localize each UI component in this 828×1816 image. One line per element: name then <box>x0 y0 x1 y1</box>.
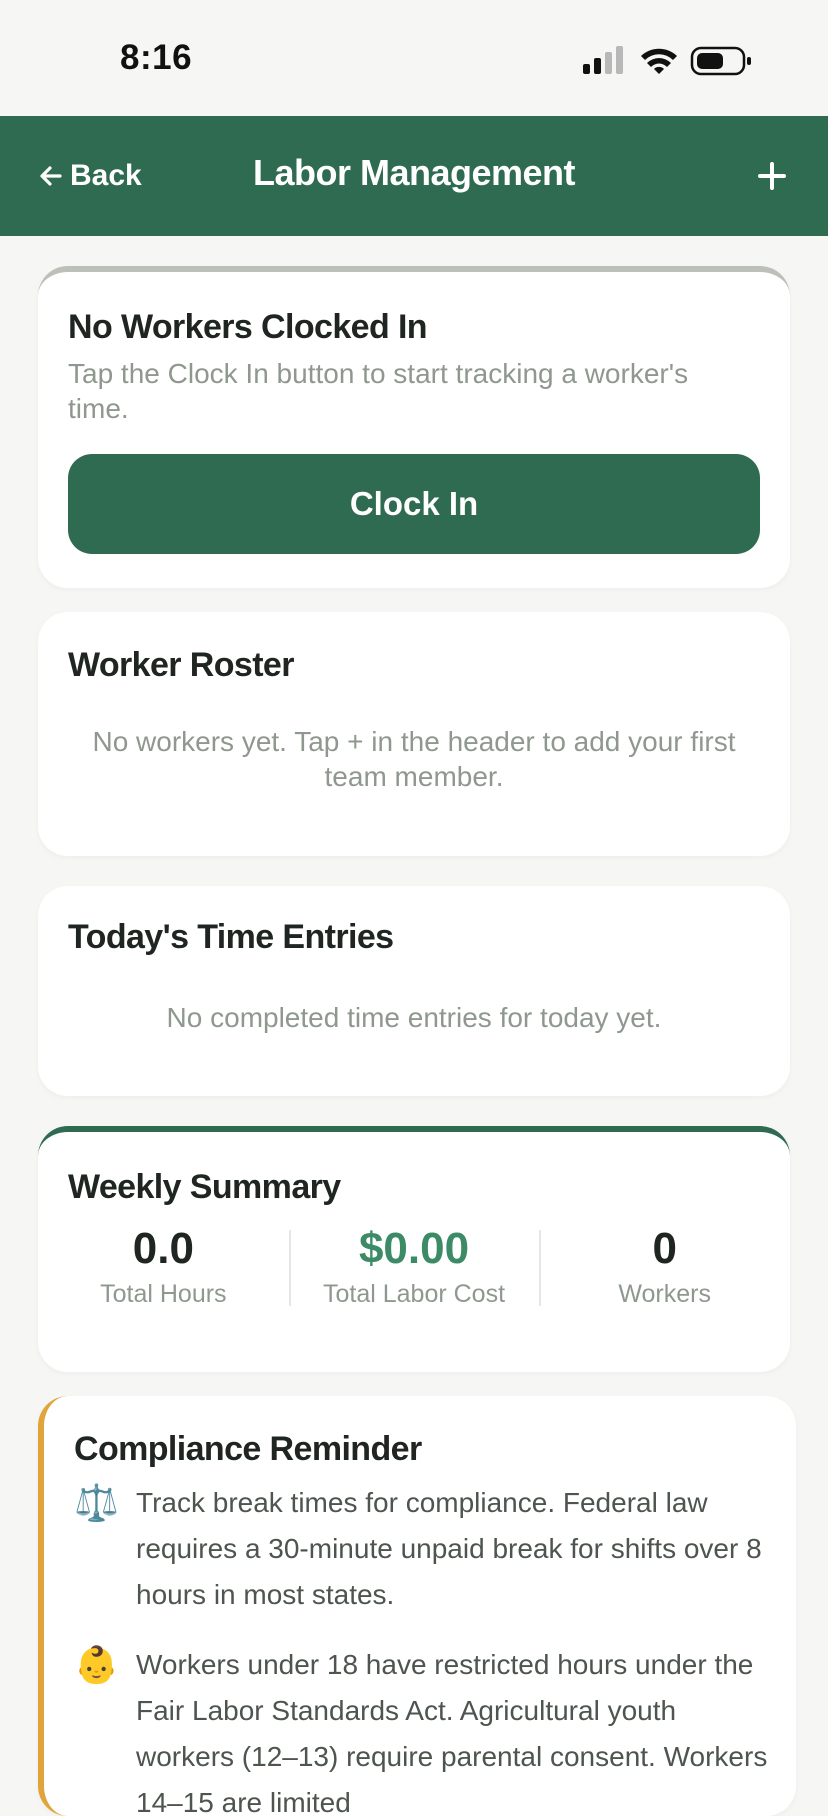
stat-value: 0.0 <box>132 1224 194 1273</box>
weekly-summary-card: Weekly Summary 0.0 Total Hours $0.00 Tot… <box>38 1126 790 1372</box>
stat-label: Workers <box>618 1280 711 1308</box>
clock-status-subtitle: Tap the Clock In button to start trackin… <box>68 358 689 424</box>
stat-total-labor-cost: $0.00 Total Labor Cost <box>288 1224 540 1314</box>
stat-value: $0.00 <box>358 1224 470 1273</box>
status-time: 8:16 <box>120 38 193 77</box>
page-title: Labor Management <box>252 152 576 193</box>
cellular-signal-icon <box>583 46 623 74</box>
plus-icon <box>758 162 786 190</box>
app-header: Back Labor Management <box>0 116 828 236</box>
time-entries-title: Today's Time Entries <box>68 918 394 956</box>
clock-in-button[interactable]: Clock In <box>68 454 760 554</box>
status-icons <box>583 44 753 78</box>
worker-roster-title: Worker Roster <box>68 646 294 684</box>
compliance-reminder-card: Compliance Reminder ⚖️ Track break times… <box>38 1396 796 1816</box>
compliance-tip: ⚖️ Track break times for compliance. Fed… <box>74 1480 774 1618</box>
battery-icon <box>690 46 751 76</box>
summary-stats: 0.0 Total Hours $0.00 Total Labor Cost 0… <box>38 1224 790 1314</box>
stat-label: Total Hours <box>100 1280 227 1308</box>
stat-label: Total Labor Cost <box>322 1280 506 1308</box>
stat-value: 0 <box>652 1224 677 1273</box>
worker-roster-card: Worker Roster No workers yet. Tap + in t… <box>38 612 790 856</box>
compliance-tip: 👶 Workers under 18 have restricted hours… <box>74 1642 774 1816</box>
stat-workers: 0 Workers <box>539 1224 790 1314</box>
compliance-reminder-title: Compliance Reminder <box>74 1430 422 1468</box>
scales-icon: ⚖️ <box>74 1482 119 1523</box>
status-bar: 8:16 <box>0 0 828 116</box>
wifi-icon <box>641 48 677 74</box>
clock-status-card: No Workers Clocked In Tap the Clock In b… <box>38 266 790 588</box>
weekly-summary-title: Weekly Summary <box>68 1168 341 1206</box>
add-worker-button[interactable] <box>752 156 792 196</box>
worker-roster-empty-text: No workers yet. Tap + in the header to a… <box>92 726 736 792</box>
compliance-tip-text: Track break times for compliance. Federa… <box>136 1487 762 1610</box>
time-entries-card: Today's Time Entries No completed time e… <box>38 886 790 1096</box>
compliance-tip-text: Workers under 18 have restricted hours u… <box>136 1649 768 1816</box>
clock-status-title: No Workers Clocked In <box>68 308 428 346</box>
time-entries-empty-text: No completed time entries for today yet. <box>166 1002 662 1033</box>
stat-total-hours: 0.0 Total Hours <box>38 1224 289 1314</box>
child-icon: 👶 <box>74 1644 119 1685</box>
